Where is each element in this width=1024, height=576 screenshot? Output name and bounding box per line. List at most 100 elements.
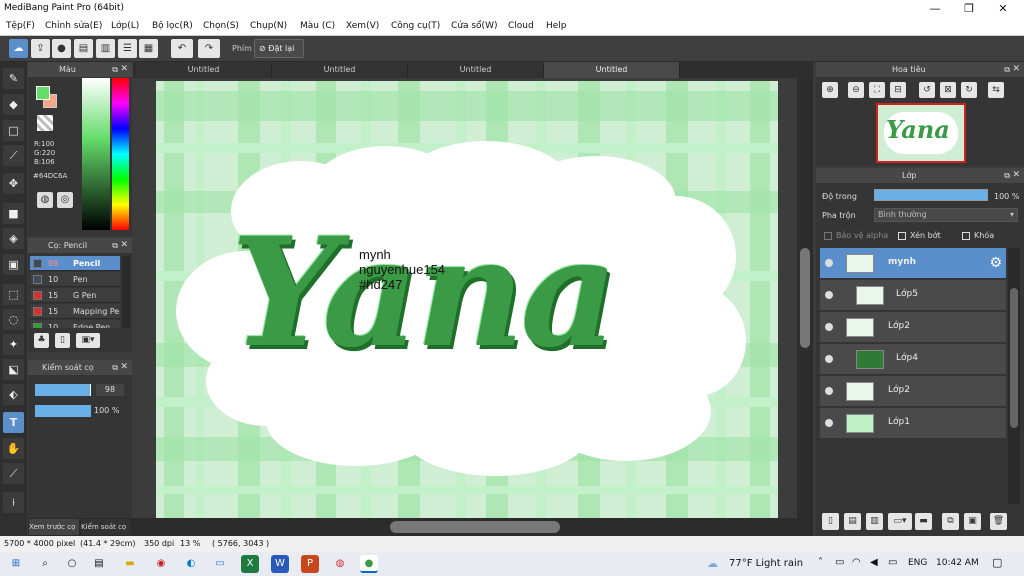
- gear-icon[interactable]: ⚙: [989, 255, 1002, 271]
- file-explorer-icon[interactable]: ▬: [121, 555, 139, 573]
- menu-color[interactable]: Màu (C): [300, 21, 335, 31]
- detach-icon[interactable]: ⧉: [1004, 168, 1010, 183]
- brush-item[interactable]: 15 Mapping Pen: [30, 304, 120, 319]
- app-icon[interactable]: ◉: [152, 555, 170, 573]
- text-icon[interactable]: T: [3, 412, 24, 433]
- widgets-icon[interactable]: ▤: [90, 555, 108, 573]
- excel-icon[interactable]: X: [241, 555, 259, 573]
- horizontal-scrollbar[interactable]: [133, 518, 813, 536]
- chevron-up-icon[interactable]: ˄: [818, 557, 823, 568]
- search-icon[interactable]: ⌕: [36, 555, 54, 573]
- tab-brush-control[interactable]: Kiểm soát cọ: [81, 519, 131, 535]
- notification-icon[interactable]: ▢: [992, 556, 1002, 569]
- brush-list-scrollbar[interactable]: [122, 256, 130, 328]
- weather-text[interactable]: 77°F Light rain: [729, 558, 803, 569]
- merge-layer-icon[interactable]: ▣: [964, 513, 981, 530]
- layer-opacity-slider[interactable]: [874, 189, 988, 201]
- brush-size-value[interactable]: 98: [96, 384, 124, 396]
- brush-icon[interactable]: ✎: [3, 68, 24, 89]
- clipping-checkbox[interactable]: [898, 232, 906, 240]
- menu-layer[interactable]: Lớp(L): [111, 21, 139, 31]
- palette-icon[interactable]: ◍: [37, 192, 53, 208]
- close-icon[interactable]: ✕: [1012, 168, 1020, 183]
- menu-window[interactable]: Cửa sổ(W): [451, 21, 497, 31]
- tab-untitled-2[interactable]: Untitled: [272, 62, 408, 78]
- layer-row[interactable]: Lớp1: [820, 408, 1006, 439]
- menu-help[interactable]: Help: [546, 21, 567, 31]
- tab-untitled-1[interactable]: Untitled: [136, 62, 272, 78]
- vertical-scrollbar[interactable]: [797, 78, 813, 518]
- menu-select[interactable]: Chọn(S): [203, 21, 239, 31]
- menu-edit[interactable]: Chỉnh sửa(E): [45, 21, 102, 31]
- grid-icon[interactable]: ▦: [139, 39, 158, 58]
- vertical-scroll-thumb[interactable]: [800, 248, 810, 348]
- undo-icon[interactable]: ↶: [171, 39, 193, 58]
- detach-icon[interactable]: ⧉: [112, 238, 118, 253]
- powerpoint-icon[interactable]: P: [301, 555, 319, 573]
- brush-opacity-slider[interactable]: [35, 405, 91, 417]
- menu-tools[interactable]: Công cụ(T): [391, 21, 440, 31]
- minimize-button[interactable]: —: [918, 0, 952, 18]
- edge-icon[interactable]: ◐: [182, 555, 200, 573]
- new-8bit-layer-icon[interactable]: ▥: [866, 513, 883, 530]
- battery-icon[interactable]: ▭: [888, 557, 897, 568]
- fill-shape-icon[interactable]: ■: [3, 203, 24, 224]
- saturation-value-picker[interactable]: [82, 78, 110, 230]
- flip-icon[interactable]: ⇆: [988, 82, 1004, 98]
- redo-icon[interactable]: ↷: [198, 39, 220, 58]
- visibility-icon[interactable]: [825, 259, 833, 267]
- lasso-icon[interactable]: ◌: [3, 309, 24, 330]
- speech-bubble-icon[interactable]: ●: [52, 39, 71, 58]
- new-layer-icon[interactable]: ▯: [822, 513, 839, 530]
- bucket-icon[interactable]: ◈: [3, 228, 24, 249]
- visibility-icon[interactable]: [825, 323, 833, 331]
- network-icon[interactable]: ▭: [835, 557, 844, 568]
- layer-row[interactable]: mynh ⚙: [820, 248, 1006, 279]
- tab-untitled-4[interactable]: Untitled: [544, 62, 680, 78]
- hue-slider[interactable]: [112, 78, 129, 230]
- close-icon[interactable]: ✕: [1012, 62, 1020, 77]
- move-icon[interactable]: ✥: [3, 173, 24, 194]
- close-button[interactable]: ✕: [986, 0, 1020, 18]
- detach-icon[interactable]: ⧉: [1004, 62, 1010, 77]
- brush-item[interactable]: 10 Edge Pen: [30, 320, 120, 328]
- rotate-right-icon[interactable]: ↻: [961, 82, 977, 98]
- zoom-in-icon[interactable]: ⊕: [822, 82, 838, 98]
- magic-wand-icon[interactable]: ✦: [3, 334, 24, 355]
- menu-cloud[interactable]: Cloud: [508, 21, 534, 31]
- new-page-icon[interactable]: ▯: [55, 333, 70, 348]
- brush-item[interactable]: 15 G Pen: [30, 288, 120, 303]
- menu-filter[interactable]: Bộ lọc(R): [152, 21, 193, 31]
- detach-icon[interactable]: ⧉: [112, 360, 118, 375]
- task-view-icon[interactable]: ○: [63, 555, 81, 573]
- layer-row[interactable]: Lớp2: [820, 376, 1006, 407]
- monitor-icon[interactable]: ▭: [211, 555, 229, 573]
- reset-button[interactable]: ⊘ Đặt lại: [254, 39, 304, 58]
- dot-pen-icon[interactable]: ⟋: [3, 145, 24, 166]
- protect-alpha-checkbox[interactable]: [824, 232, 832, 240]
- tab-untitled-3[interactable]: Untitled: [408, 62, 544, 78]
- add-layer-menu-icon[interactable]: ▭▾: [888, 513, 912, 530]
- reset-view-icon[interactable]: ⊠: [940, 82, 956, 98]
- menu-file[interactable]: Tệp(F): [6, 21, 35, 31]
- word-icon[interactable]: W: [271, 555, 289, 573]
- share-icon[interactable]: ⇪: [31, 39, 50, 58]
- ruler-icon[interactable]: ⟋: [3, 463, 24, 484]
- new-halftone-layer-icon[interactable]: ▤: [844, 513, 861, 530]
- medibang-icon[interactable]: ●: [360, 555, 378, 573]
- duplicate-layer-icon[interactable]: ⧉: [942, 513, 959, 530]
- close-icon[interactable]: ✕: [120, 238, 128, 253]
- chrome-icon[interactable]: ◍: [331, 555, 349, 573]
- list-icon[interactable]: ☰: [118, 39, 137, 58]
- rectangle-icon[interactable]: □: [3, 120, 24, 141]
- comment-icon[interactable]: ▤: [74, 39, 93, 58]
- navigator-thumbnail[interactable]: Yana: [876, 103, 966, 163]
- brush-item[interactable]: 98 Pencil: [30, 256, 120, 271]
- select-rect-icon[interactable]: ⬚: [3, 284, 24, 305]
- close-icon[interactable]: ✕: [120, 360, 128, 375]
- brush-menu-icon[interactable]: ▣▾: [76, 333, 100, 348]
- brush-item[interactable]: 10 Pen: [30, 272, 120, 287]
- close-icon[interactable]: ✕: [120, 62, 128, 77]
- folder-icon[interactable]: ▬: [915, 513, 932, 530]
- layer-scrollbar[interactable]: [1008, 248, 1020, 504]
